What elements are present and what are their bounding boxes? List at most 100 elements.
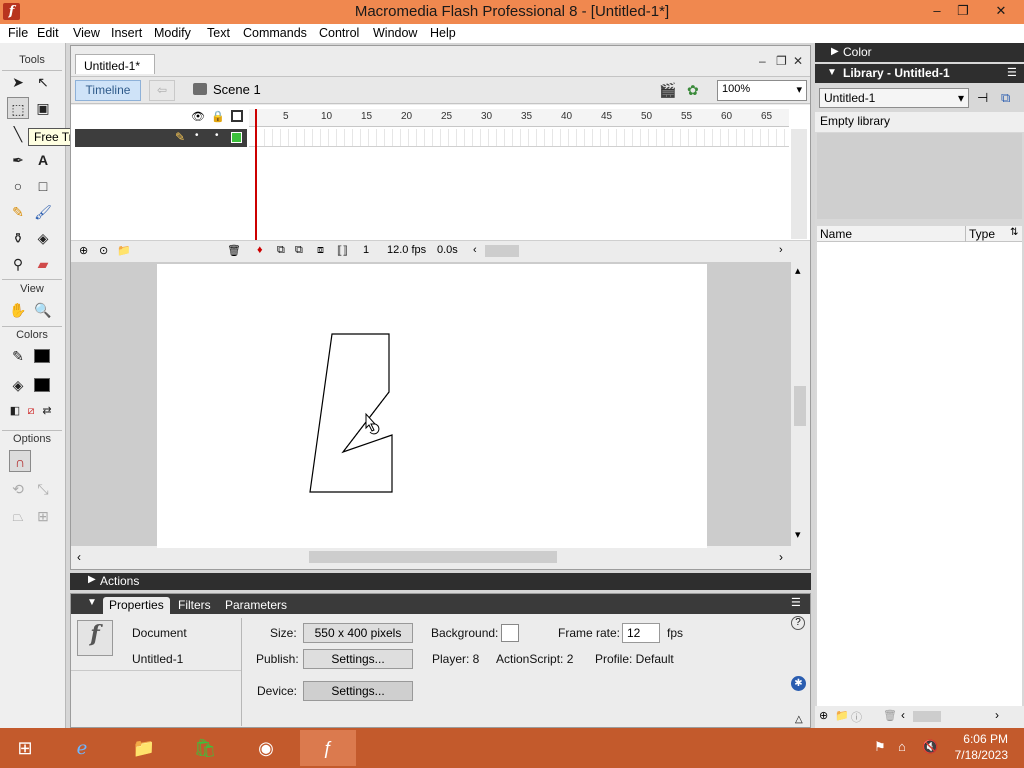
center-frame-icon[interactable]: ♦	[257, 244, 263, 256]
distort-icon[interactable]: ⏢	[7, 505, 29, 527]
scroll-left-icon[interactable]: ‹	[901, 708, 905, 722]
internet-explorer-icon[interactable]: ℯ	[54, 730, 110, 766]
library-list[interactable]: Name Type ⇅	[817, 226, 1022, 712]
rotate-skew-icon[interactable]: ⟲	[7, 478, 29, 500]
pen-tool-icon[interactable]: ✒	[7, 149, 29, 171]
color-panel-header[interactable]: ▶ Color	[815, 43, 1024, 62]
insert-layer-icon[interactable]: ⊕	[79, 244, 88, 257]
fill-color-swatch[interactable]	[34, 378, 50, 392]
hand-tool-icon[interactable]: ✋	[7, 299, 29, 321]
scroll-down-icon[interactable]: ▾	[795, 528, 801, 541]
menu-control[interactable]: Control	[319, 26, 359, 40]
doc-restore-button[interactable]: ❐	[776, 54, 787, 68]
back-arrow-icon[interactable]: ⇦	[149, 80, 175, 101]
stage-vscroll-thumb[interactable]	[794, 386, 806, 426]
library-hscroll-thumb[interactable]	[913, 711, 941, 722]
system-clock[interactable]: 6:06 PM 7/18/2023	[955, 731, 1008, 763]
collapse-up-icon[interactable]: △	[795, 714, 803, 725]
new-library-panel-icon[interactable]: ⧉	[1001, 90, 1010, 106]
delete-icon[interactable]: 🗑	[883, 709, 897, 722]
collapse-triangle-icon[interactable]: ▼	[87, 597, 97, 608]
publish-settings-button[interactable]: Settings...	[303, 649, 413, 669]
lock-icon[interactable]: 🔒	[211, 110, 225, 123]
rectangle-tool-icon[interactable]: □	[32, 175, 54, 197]
stage-hscroll-thumb[interactable]	[309, 551, 557, 563]
eraser-tool-icon[interactable]: ▰	[32, 253, 54, 275]
file-explorer-icon[interactable]: 📁	[116, 730, 172, 766]
drawn-shape[interactable]	[309, 333, 393, 493]
onion-skin-icon[interactable]: ⧉	[277, 244, 285, 257]
frame-cells[interactable]	[249, 129, 789, 147]
line-tool-icon[interactable]: ╲	[7, 123, 29, 145]
menu-insert[interactable]: Insert	[111, 26, 142, 40]
layer-outline-color-icon[interactable]	[231, 132, 242, 143]
library-select[interactable]: Untitled-1 ▾	[819, 88, 969, 108]
menu-window[interactable]: Window	[373, 26, 417, 40]
start-button-icon[interactable]: ⊞	[0, 730, 50, 766]
close-button[interactable]: ✕	[986, 0, 1016, 22]
new-symbol-icon[interactable]: ⊕	[819, 709, 828, 722]
layer-row[interactable]: ✎ • •	[75, 129, 247, 147]
scroll-right-icon[interactable]: ›	[995, 708, 999, 722]
doc-close-button[interactable]: ✕	[793, 54, 803, 68]
add-motion-guide-icon[interactable]: ⊙	[99, 244, 108, 257]
device-settings-button[interactable]: Settings...	[303, 681, 413, 701]
fill-color-icon[interactable]: ◈	[7, 374, 29, 396]
timeline-vertical-scrollbar[interactable]	[791, 129, 807, 239]
tab-parameters[interactable]: Parameters	[219, 597, 293, 614]
swap-colors-icon[interactable]: ⇄	[36, 400, 58, 422]
menu-modify[interactable]: Modify	[154, 26, 191, 40]
brush-tool-icon[interactable]: 🖌	[32, 201, 54, 223]
menu-file[interactable]: File	[8, 26, 28, 40]
help-icon[interactable]: ?	[791, 616, 805, 630]
stage-horizontal-scrollbar[interactable]: ‹ ›	[71, 548, 791, 568]
size-button[interactable]: 550 x 400 pixels	[303, 623, 413, 643]
timeline-toggle-button[interactable]: Timeline	[75, 80, 141, 101]
actions-panel-header[interactable]: ▶ Actions	[70, 573, 811, 590]
edit-symbols-icon[interactable]: ✿	[687, 82, 699, 99]
text-tool-icon[interactable]: A	[32, 149, 54, 171]
menu-edit[interactable]: Edit	[37, 26, 59, 40]
new-folder-icon[interactable]: 📁	[835, 709, 849, 722]
onion-outlines-icon[interactable]: ⧉	[295, 244, 303, 257]
edit-multiple-frames-icon[interactable]: ⧈	[317, 244, 324, 257]
scroll-right-icon[interactable]: ›	[779, 550, 783, 564]
menu-text[interactable]: Text	[207, 26, 230, 40]
menu-commands[interactable]: Commands	[243, 26, 307, 40]
frame-rate-input[interactable]: 12	[622, 623, 660, 643]
name-column-header[interactable]: Name	[820, 227, 852, 241]
tab-properties[interactable]: Properties	[103, 597, 170, 614]
subselection-tool-icon[interactable]: ↖	[32, 71, 54, 93]
scroll-up-icon[interactable]: ▴	[795, 264, 801, 277]
stage-vertical-scrollbar[interactable]: ▴ ▾	[791, 262, 809, 546]
scroll-left-icon[interactable]: ‹	[77, 550, 81, 564]
properties-icon[interactable]: ⓘ	[851, 709, 862, 725]
insert-folder-icon[interactable]: 📁	[117, 244, 131, 257]
lock-dot-icon[interactable]: •	[215, 130, 219, 141]
library-panel-header[interactable]: ▼ Library - Untitled-1 ☰	[815, 64, 1024, 83]
eye-icon[interactable]: 👁	[191, 110, 205, 123]
free-transform-tool-icon[interactable]: ⬚	[7, 97, 29, 119]
panel-menu-icon[interactable]: ☰	[1007, 66, 1017, 79]
ink-bottle-tool-icon[interactable]: ⚱	[7, 227, 29, 249]
visibility-dot-icon[interactable]: •	[195, 130, 199, 141]
stage-canvas[interactable]	[157, 264, 707, 548]
eyedropper-tool-icon[interactable]: ⚲	[7, 253, 29, 275]
zoom-tool-icon[interactable]: 🔍	[32, 299, 54, 321]
fill-transform-tool-icon[interactable]: ▣	[32, 97, 54, 119]
type-column-header[interactable]: Type	[969, 227, 995, 241]
timeline-hscroll-thumb[interactable]	[485, 245, 519, 257]
frame-ruler[interactable]: 5 10 15 20 25 30 35 40 45 50 55 60 65	[249, 109, 789, 127]
volume-muted-icon[interactable]: 🔇	[922, 739, 938, 755]
expand-triangle-icon[interactable]: ▶	[88, 574, 96, 585]
store-icon[interactable]: 🛍	[177, 730, 233, 766]
document-tab[interactable]: Untitled-1*	[75, 54, 155, 74]
playhead[interactable]	[255, 109, 257, 249]
restore-button[interactable]: ❐	[948, 0, 978, 22]
delete-layer-icon[interactable]: 🗑	[227, 244, 241, 257]
chrome-icon[interactable]: ◉	[238, 730, 294, 766]
doc-minimize-button[interactable]: –	[759, 54, 766, 68]
scroll-left-icon[interactable]: ‹	[473, 244, 477, 256]
stroke-color-icon[interactable]: ✎	[7, 345, 29, 367]
collapse-triangle-icon[interactable]: ▼	[827, 67, 837, 78]
